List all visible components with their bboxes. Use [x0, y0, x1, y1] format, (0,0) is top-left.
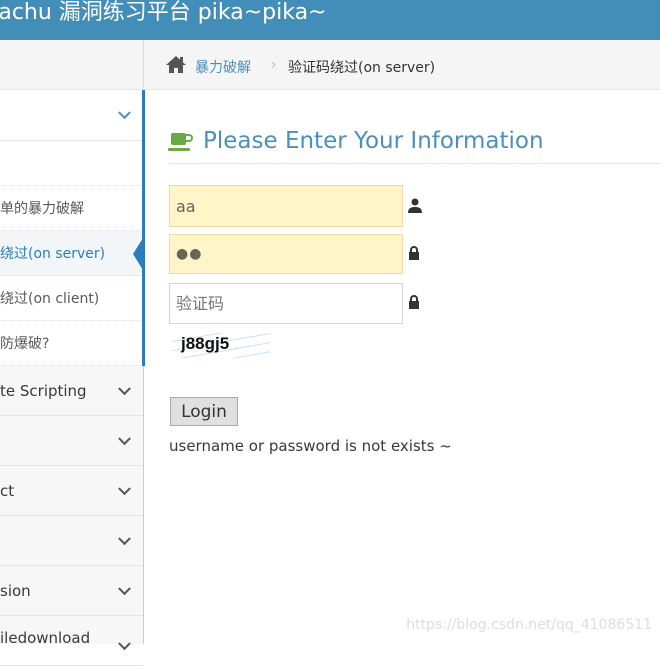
sidebar-item-bruteforce[interactable]	[0, 90, 143, 141]
sidebar-subitem-label: 绕过(on server)	[0, 246, 106, 262]
breadcrumb-separator: ›	[271, 57, 277, 73]
sidebar-subitem-label: 防爆破?	[0, 336, 50, 352]
sidebar-item[interactable]	[0, 416, 143, 466]
watermark: https://blog.csdn.net/qq_41086511	[406, 617, 652, 633]
sidebar-item[interactable]: sion	[0, 566, 143, 616]
sidebar: 单的暴力破解 绕过(on server) 绕过(on client) 防爆破? …	[0, 90, 144, 666]
username-input[interactable]	[169, 185, 403, 227]
sidebar-subitem[interactable]	[0, 141, 143, 186]
sidebar-item-label: iledownload	[0, 629, 91, 647]
chevron-down-icon	[118, 431, 131, 445]
sidebar-subitem[interactable]: 防爆破?	[0, 321, 143, 366]
form-title: Please Enter Your Information	[203, 128, 544, 154]
chevron-down-icon	[118, 581, 131, 595]
captcha-input[interactable]	[169, 283, 403, 324]
app-header: kachu 漏洞练习平台 pika~pika~	[0, 0, 660, 40]
password-input[interactable]: ●●	[169, 234, 403, 274]
home-icon	[166, 56, 186, 73]
sidebar-subitem-label: 单的暴力破解	[0, 201, 84, 217]
sidebar-item[interactable]: iledownload	[0, 616, 143, 666]
sidebar-item[interactable]: ct	[0, 466, 143, 516]
sidebar-item-label: ct	[0, 481, 15, 500]
sidebar-subitem-label: 绕过(on client)	[0, 291, 100, 307]
sidebar-item[interactable]	[0, 516, 143, 566]
chevron-down-icon	[118, 106, 131, 120]
active-menu-indicator	[142, 90, 145, 366]
coffee-cup-icon	[168, 133, 193, 151]
sidebar-subitem[interactable]: 绕过(on client)	[0, 276, 143, 321]
sidebar-subitem[interactable]: 单的暴力破解	[0, 186, 143, 231]
captcha-image[interactable]: j88gj5	[172, 333, 270, 358]
error-message: username or password is not exists ~	[169, 437, 452, 455]
sidebar-item-label: sion	[0, 581, 31, 600]
breadcrumb-link[interactable]: 暴力破解	[195, 57, 251, 77]
sidebar-subitem-active[interactable]: 绕过(on server)	[0, 231, 143, 276]
chevron-down-icon	[118, 531, 131, 545]
login-button[interactable]: Login	[170, 397, 238, 426]
sidebar-item[interactable]: te Scripting	[0, 366, 143, 416]
app-title: kachu 漏洞练习平台 pika~pika~	[0, 0, 327, 25]
chevron-down-icon	[118, 381, 131, 395]
active-item-arrow	[133, 238, 143, 270]
chevron-down-icon	[118, 481, 131, 495]
lock-icon	[409, 295, 419, 309]
title-divider	[169, 163, 660, 164]
breadcrumb-current: 验证码绕过(on server)	[288, 60, 436, 76]
lock-icon	[409, 246, 419, 260]
sidebar-shortcuts	[0, 40, 144, 90]
sidebar-item-label: te Scripting	[0, 381, 87, 400]
user-icon	[408, 198, 422, 213]
